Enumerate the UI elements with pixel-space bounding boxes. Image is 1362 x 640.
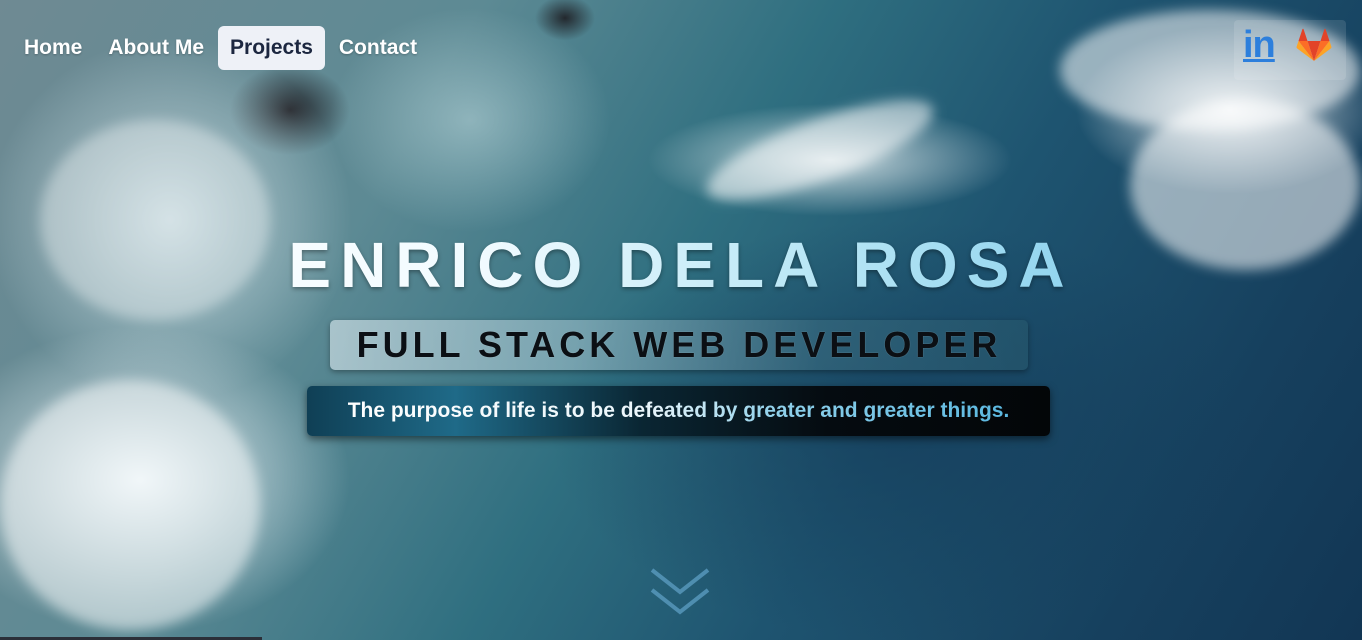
- main-nav: Home About Me Projects Contact: [12, 26, 429, 70]
- nav-projects[interactable]: Projects: [218, 26, 325, 70]
- nav-about-me[interactable]: About Me: [96, 26, 216, 70]
- chevron-double-down-icon[interactable]: [646, 562, 714, 626]
- hero-quote: The purpose of life is to be defeated by…: [347, 399, 1010, 422]
- linkedin-icon[interactable]: in: [1243, 24, 1276, 66]
- foam-decoration: [0, 380, 260, 630]
- nav-home[interactable]: Home: [12, 26, 94, 70]
- foam-decoration: [696, 80, 944, 220]
- social-links: in: [1234, 20, 1346, 80]
- hero-name: ENRICO DELA ROSA: [0, 228, 1362, 302]
- gitlab-icon[interactable]: [1296, 28, 1332, 64]
- nav-contact[interactable]: Contact: [327, 26, 429, 70]
- hero-subtitle: FULL STACK WEB DEVELOPER: [330, 320, 1028, 370]
- hero-quote-box: The purpose of life is to be defeated by…: [307, 386, 1050, 436]
- linkedin-label: in: [1243, 24, 1276, 66]
